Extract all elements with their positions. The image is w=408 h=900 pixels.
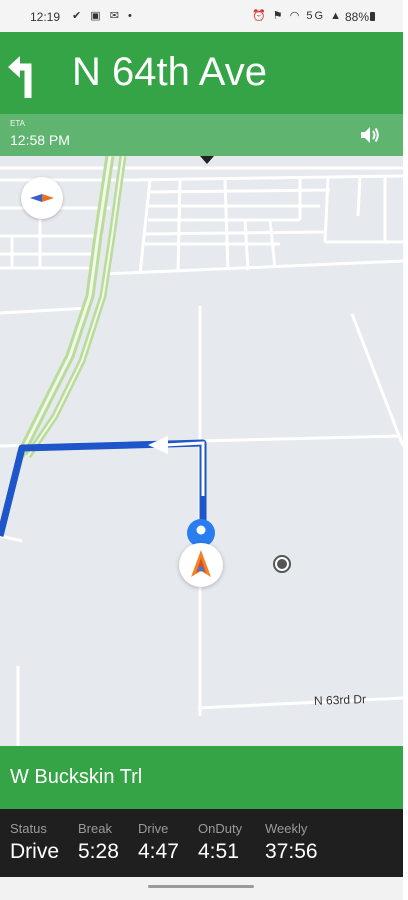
hos-label: Status <box>10 821 47 836</box>
map-roads <box>0 156 403 746</box>
eta-bar: ETA 12:58 PM <box>0 114 403 156</box>
current-instruction-street: N 64th Ave <box>72 50 267 94</box>
vehicle-arrow-icon <box>179 543 223 587</box>
eta-time: 12:58 PM <box>10 132 70 148</box>
battery-icon <box>370 12 375 21</box>
hos-bar[interactable]: Status Drive Break 5:28 Drive 4:47 OnDut… <box>0 809 403 877</box>
status-bar: 12:19 ✔ ▣ ✉ • ⏰ ⚑ ◠ 5G ▲ 88% <box>0 0 403 32</box>
heading-indicator-icon <box>200 156 214 164</box>
hos-value: 4:51 <box>198 840 239 863</box>
speaker-icon[interactable] <box>359 125 381 145</box>
turn-left-arrow-icon <box>8 56 32 98</box>
battery-level: 88% <box>344 10 369 24</box>
next-street-name: W Buckskin Trl <box>10 766 143 788</box>
hos-label: OnDuty <box>198 821 243 836</box>
hos-value: 5:28 <box>78 840 119 863</box>
home-gesture-handle[interactable] <box>148 885 254 888</box>
eta-label: ETA <box>10 119 25 128</box>
hos-onduty: OnDuty 4:51 <box>198 821 242 864</box>
hos-value: Drive <box>10 840 60 863</box>
hos-value: 4:47 <box>138 840 179 863</box>
notification-icons: ✔ ▣ ✉ • <box>72 10 135 22</box>
compass-icon[interactable] <box>21 177 63 219</box>
next-street-bar[interactable]: W Buckskin Trl <box>0 746 403 809</box>
direction-header[interactable]: N 64th Ave <box>0 32 403 114</box>
hos-break: Break 5:28 <box>78 821 119 864</box>
hos-status: Status Drive <box>10 821 59 864</box>
gesture-nav-area <box>0 877 403 900</box>
map-view[interactable]: N 63rd Dr <box>0 156 403 746</box>
hos-drive: Drive 4:47 <box>138 821 179 864</box>
network-label: 5G <box>306 10 326 22</box>
hos-label: Break <box>78 821 112 836</box>
hos-label: Drive <box>138 821 169 836</box>
status-time: 12:19 <box>30 10 61 24</box>
road-label: N 63rd Dr <box>313 692 367 708</box>
navigation-screen: 12:19 ✔ ▣ ✉ • ⏰ ⚑ ◠ 5G ▲ 88% N 64th Ave … <box>0 0 408 900</box>
poi-dot-icon[interactable] <box>272 554 292 574</box>
screen-edge <box>403 0 408 900</box>
system-icons: ⏰ ⚑ ◠ 5G ▲ <box>252 10 343 22</box>
hos-weekly: Weekly 37:56 <box>265 821 318 864</box>
hos-value: 37:56 <box>265 840 318 863</box>
hos-label: Weekly <box>265 821 308 836</box>
